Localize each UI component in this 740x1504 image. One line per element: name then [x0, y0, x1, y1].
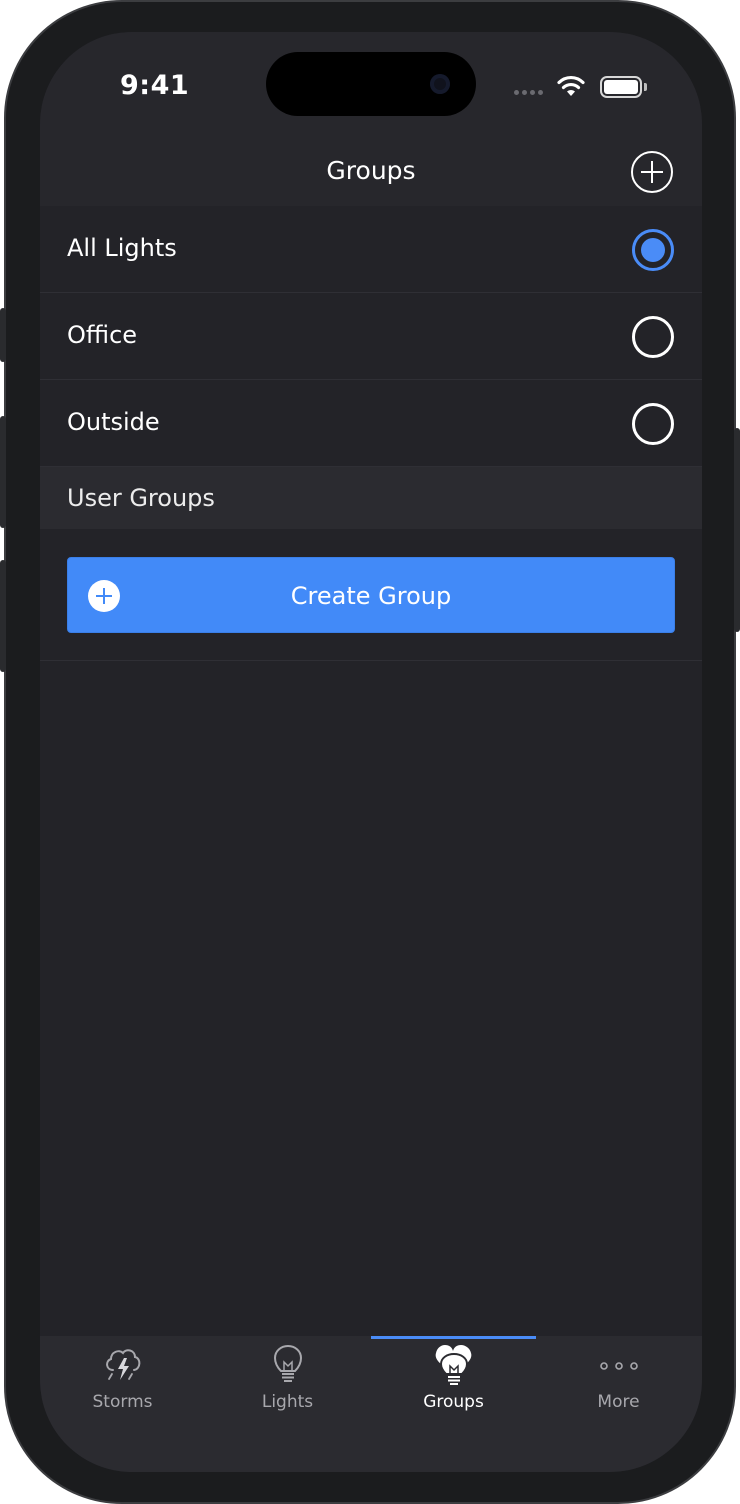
- group-row-office[interactable]: Office: [40, 293, 702, 380]
- battery-cap: [644, 83, 647, 91]
- battery-icon: [600, 76, 642, 98]
- tab-label: Groups: [423, 1392, 484, 1412]
- group-row-all-lights[interactable]: All Lights: [40, 206, 702, 293]
- tab-label: Lights: [261, 1392, 314, 1412]
- group-label: All Lights: [67, 234, 177, 262]
- radio-unselected-icon[interactable]: [632, 403, 674, 445]
- volume-up-button: [0, 416, 6, 528]
- tab-groups[interactable]: Groups: [371, 1336, 536, 1436]
- tab-label: More: [597, 1392, 640, 1412]
- group-row-outside[interactable]: Outside: [40, 380, 702, 467]
- action-button: [0, 308, 6, 362]
- add-group-button[interactable]: [630, 150, 674, 194]
- cellular-signal-icon: [514, 90, 543, 95]
- create-group-button[interactable]: Create Group: [67, 557, 675, 633]
- section-header-user-groups: User Groups: [40, 467, 702, 529]
- radio-unselected-icon[interactable]: [632, 316, 674, 358]
- tab-storms[interactable]: Storms: [40, 1336, 205, 1436]
- section-label: User Groups: [67, 484, 215, 512]
- page-title: Groups: [326, 156, 416, 185]
- radio-selected-icon[interactable]: [632, 229, 674, 271]
- storm-cloud-icon: [106, 1349, 141, 1380]
- camera-icon: [430, 74, 450, 94]
- volume-down-button: [0, 560, 6, 672]
- navigation-bar: Groups: [40, 142, 702, 206]
- wifi-icon: [557, 75, 585, 96]
- group-label: Outside: [67, 408, 160, 436]
- more-dots-icon: [600, 1362, 638, 1370]
- light-bulb-icon: [273, 1344, 303, 1382]
- status-bar: 9:41: [40, 32, 702, 142]
- screen: 9:41 Groups All Lights Office Outside Us…: [40, 32, 702, 1472]
- create-group-label: Create Group: [290, 582, 452, 610]
- power-button: [734, 428, 740, 632]
- tab-label: Storms: [92, 1392, 153, 1412]
- tab-bar: Storms Lights Groups More: [40, 1336, 702, 1472]
- dynamic-island: [266, 52, 476, 116]
- light-bulbs-group-icon: [435, 1345, 472, 1385]
- tab-lights[interactable]: Lights: [205, 1336, 370, 1436]
- status-time: 9:41: [120, 70, 190, 101]
- group-label: Office: [67, 321, 138, 349]
- tab-more[interactable]: More: [536, 1336, 701, 1436]
- create-group-area: Create Group: [40, 529, 702, 661]
